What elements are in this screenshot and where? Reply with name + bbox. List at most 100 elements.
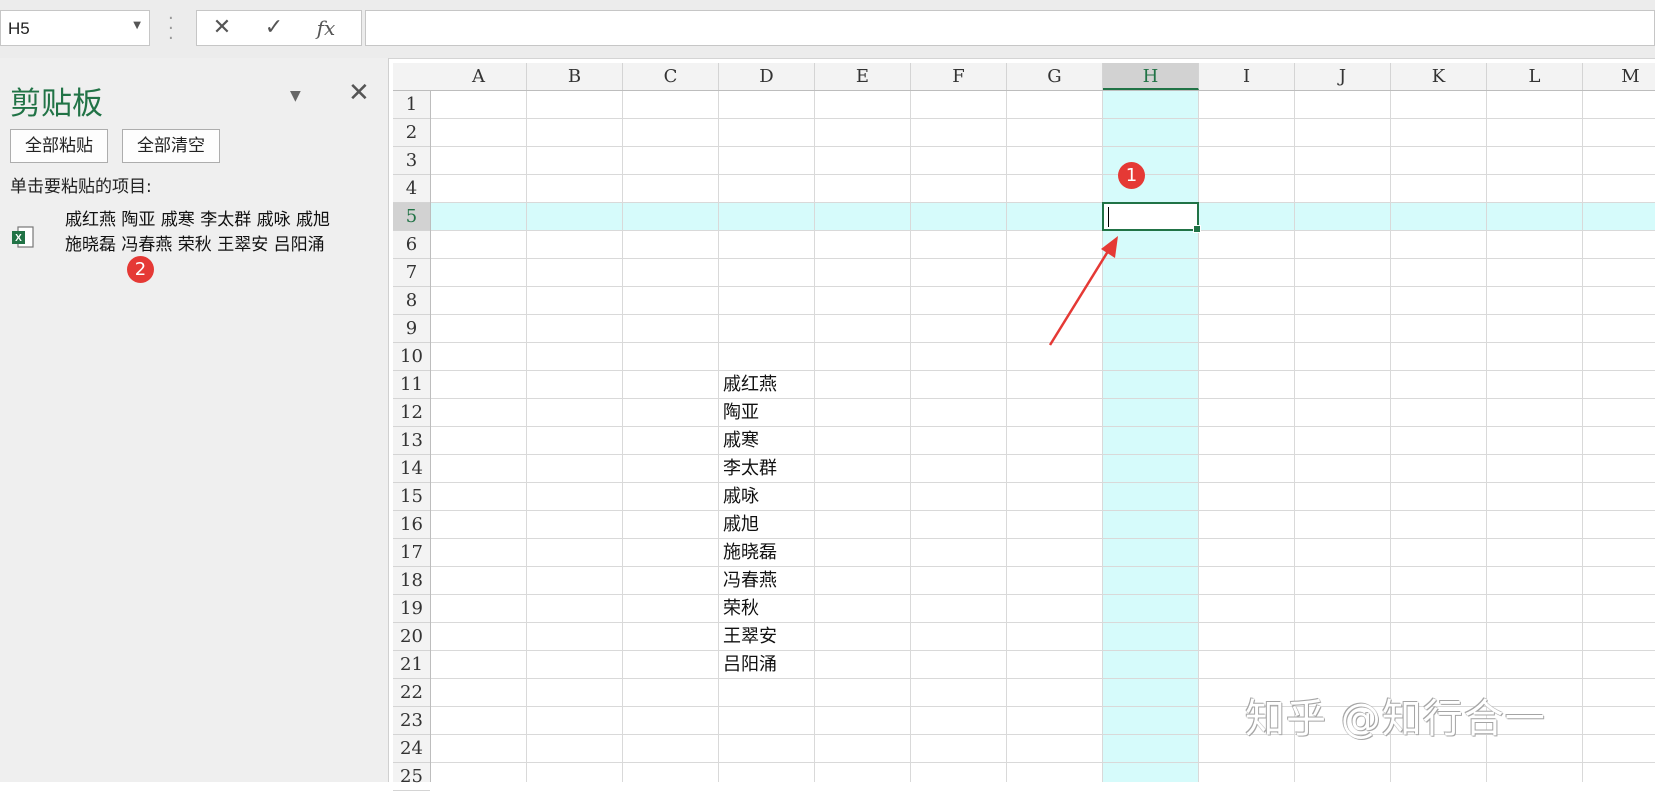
cell-A7[interactable] [431,259,527,287]
cell-H3[interactable] [1103,147,1199,175]
cell-G6[interactable] [1007,231,1103,259]
cell-I16[interactable] [1199,511,1295,539]
cell-J25[interactable] [1295,763,1391,782]
cell-H15[interactable] [1103,483,1199,511]
cell-H9[interactable] [1103,315,1199,343]
cell-A12[interactable] [431,399,527,427]
cell-B21[interactable] [527,651,623,679]
cell-F15[interactable] [911,483,1007,511]
cell-B14[interactable] [527,455,623,483]
cell-J8[interactable] [1295,287,1391,315]
row-header-7[interactable]: 7 [393,259,430,287]
cell-L12[interactable] [1487,399,1583,427]
cell-G7[interactable] [1007,259,1103,287]
cell-B22[interactable] [527,679,623,707]
cell-M10[interactable] [1583,343,1655,371]
cell-F2[interactable] [911,119,1007,147]
cell-I3[interactable] [1199,147,1295,175]
cell-A4[interactable] [431,175,527,203]
row-header-5[interactable]: 5 [393,203,430,231]
row-header-6[interactable]: 6 [393,231,430,259]
cell-D10[interactable] [719,343,815,371]
column-header-B[interactable]: B [527,63,623,90]
cell-F3[interactable] [911,147,1007,175]
cell-F13[interactable] [911,427,1007,455]
cell-E1[interactable] [815,91,911,119]
row-header-14[interactable]: 14 [393,455,430,483]
cell-F25[interactable] [911,763,1007,782]
cell-G5[interactable] [1007,203,1103,231]
cell-F14[interactable] [911,455,1007,483]
cell-A19[interactable] [431,595,527,623]
cell-A13[interactable] [431,427,527,455]
cell-K1[interactable] [1391,91,1487,119]
row-header-15[interactable]: 15 [393,483,430,511]
cell-L13[interactable] [1487,427,1583,455]
cell-I20[interactable] [1199,623,1295,651]
cell-I9[interactable] [1199,315,1295,343]
cell-H4[interactable] [1103,175,1199,203]
cell-A25[interactable] [431,763,527,782]
cell-D23[interactable] [719,707,815,735]
cell-B12[interactable] [527,399,623,427]
cell-C4[interactable] [623,175,719,203]
cell-F19[interactable] [911,595,1007,623]
cell-E9[interactable] [815,315,911,343]
cell-D1[interactable] [719,91,815,119]
cell-E21[interactable] [815,651,911,679]
row-header-4[interactable]: 4 [393,175,430,203]
cell-L15[interactable] [1487,483,1583,511]
cell-L6[interactable] [1487,231,1583,259]
cell-F6[interactable] [911,231,1007,259]
cell-D24[interactable] [719,735,815,763]
cell-B15[interactable] [527,483,623,511]
cell-I14[interactable] [1199,455,1295,483]
cell-L8[interactable] [1487,287,1583,315]
cell-E16[interactable] [815,511,911,539]
cell-A18[interactable] [431,567,527,595]
cell-G8[interactable] [1007,287,1103,315]
cell-B24[interactable] [527,735,623,763]
cell-K17[interactable] [1391,539,1487,567]
cell-H20[interactable] [1103,623,1199,651]
row-header-17[interactable]: 17 [393,539,430,567]
cell-C7[interactable] [623,259,719,287]
cell-M24[interactable] [1583,735,1655,763]
cell-C6[interactable] [623,231,719,259]
cell-J5[interactable] [1295,203,1391,231]
cell-G21[interactable] [1007,651,1103,679]
cell-K15[interactable] [1391,483,1487,511]
cell-B6[interactable] [527,231,623,259]
cell-D14[interactable]: 李太群 [719,455,815,483]
cell-K7[interactable] [1391,259,1487,287]
cell-E19[interactable] [815,595,911,623]
cell-E6[interactable] [815,231,911,259]
cell-H21[interactable] [1103,651,1199,679]
cell-E7[interactable] [815,259,911,287]
cell-L9[interactable] [1487,315,1583,343]
column-header-D[interactable]: D [719,63,815,90]
cell-A8[interactable] [431,287,527,315]
row-header-24[interactable]: 24 [393,735,430,763]
row-header-21[interactable]: 21 [393,651,430,679]
cell-A23[interactable] [431,707,527,735]
close-icon[interactable]: ✕ [348,78,370,108]
fill-handle[interactable] [1193,225,1201,233]
cell-F1[interactable] [911,91,1007,119]
cell-E20[interactable] [815,623,911,651]
cell-C5[interactable] [623,203,719,231]
cell-D11[interactable]: 戚红燕 [719,371,815,399]
cell-M22[interactable] [1583,679,1655,707]
cell-K10[interactable] [1391,343,1487,371]
cell-G9[interactable] [1007,315,1103,343]
cell-G23[interactable] [1007,707,1103,735]
cell-D4[interactable] [719,175,815,203]
cell-G3[interactable] [1007,147,1103,175]
cell-D15[interactable]: 戚咏 [719,483,815,511]
cell-H1[interactable] [1103,91,1199,119]
name-box[interactable]: H5 ▼ [0,10,150,46]
cell-K5[interactable] [1391,203,1487,231]
cell-B5[interactable] [527,203,623,231]
cell-B10[interactable] [527,343,623,371]
cell-K12[interactable] [1391,399,1487,427]
